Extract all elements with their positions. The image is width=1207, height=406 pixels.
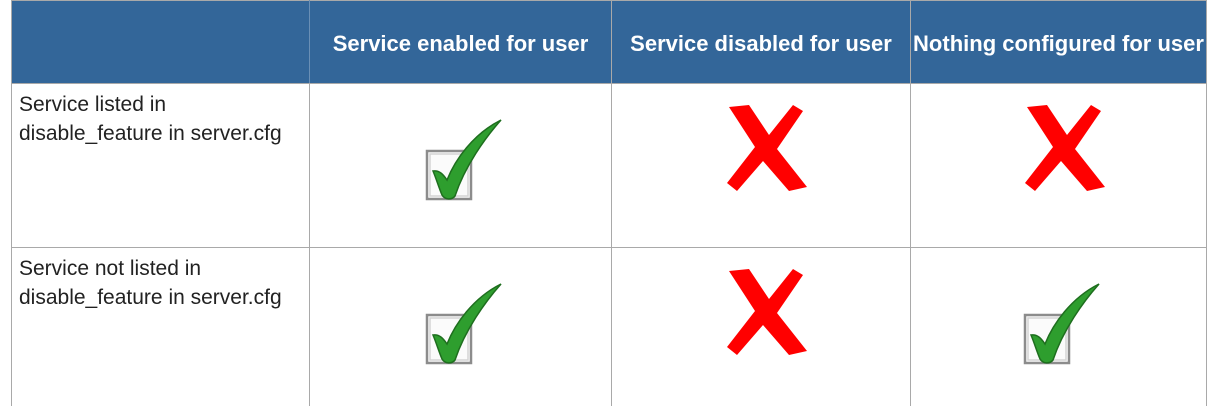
row-label: Service not listed in disable_feature in…	[11, 247, 310, 406]
header-nothing-configured: Nothing configured for user	[910, 0, 1207, 84]
status-cell	[309, 247, 612, 406]
table-row: Service listed in disable_feature in ser…	[11, 83, 1207, 248]
status-cell	[910, 83, 1207, 248]
header-corner-cell	[11, 0, 310, 84]
red-x-icon	[1021, 103, 1107, 193]
red-x-icon	[723, 103, 809, 193]
header-service-disabled: Service disabled for user	[611, 0, 911, 84]
row-label: Service listed in disable_feature in ser…	[11, 83, 310, 248]
header-row: Service enabled for user Service disable…	[11, 0, 1207, 84]
checked-box-icon	[425, 116, 505, 206]
status-cell	[309, 83, 612, 248]
checked-box-icon	[425, 280, 505, 370]
header-service-enabled: Service enabled for user	[309, 0, 612, 84]
red-x-icon	[723, 267, 809, 357]
checked-box-icon	[1023, 280, 1103, 370]
status-cell	[910, 247, 1207, 406]
table-row: Service not listed in disable_feature in…	[11, 247, 1207, 406]
status-cell	[611, 83, 911, 248]
permissions-matrix-table: Service enabled for user Service disable…	[11, 0, 1207, 406]
status-cell	[611, 247, 911, 406]
